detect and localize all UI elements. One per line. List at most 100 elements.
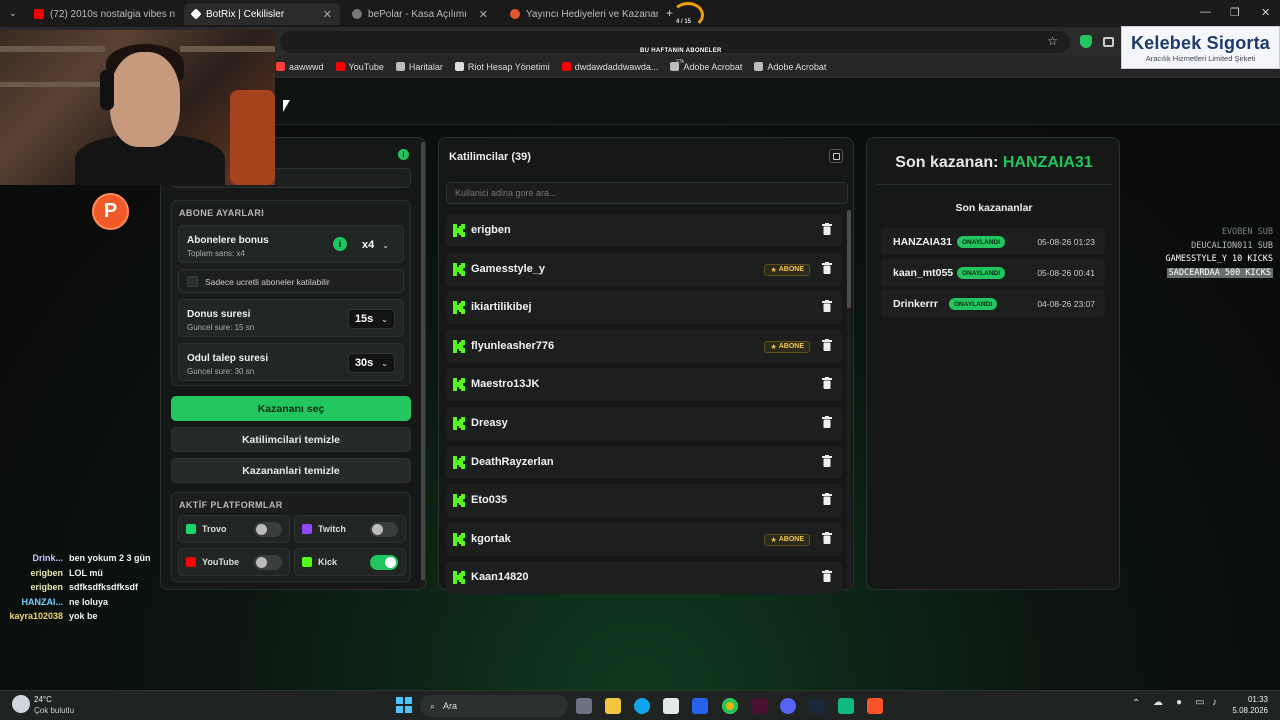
left-scrollbar[interactable]: [421, 142, 425, 582]
status-badge: ONAYLANDI: [957, 267, 1006, 279]
app-icon[interactable]: [838, 698, 854, 714]
youtube-toggle[interactable]: [254, 555, 282, 570]
volume-icon[interactable]: ♪: [1212, 697, 1217, 708]
bookmark-item[interactable]: Adobe Acrobat: [754, 62, 826, 72]
weather-desc[interactable]: Çok bulutlu: [34, 706, 74, 715]
trash-icon[interactable]: [822, 416, 832, 428]
trash-icon[interactable]: [822, 454, 832, 467]
mail-icon[interactable]: [692, 698, 708, 714]
tab-botrix[interactable]: BotRix | Cekilisler ✕: [184, 3, 340, 25]
tab-bepolar[interactable]: bePolar - Kasa Açılımı ✕: [344, 3, 496, 25]
clock-date[interactable]: 5.08.2026: [1232, 706, 1268, 715]
bookmark-label: Haritalar: [408, 61, 443, 72]
participant-row[interactable]: kgortak ★ ABONE: [446, 522, 842, 556]
clear-participants-button[interactable]: Katilimcilari temizle: [171, 427, 411, 452]
chevron-up-icon[interactable]: ⌃: [1132, 698, 1140, 709]
sub-bonus-row: Abonelere bonus Toplam sans: x4 i x4 ⌄: [178, 225, 404, 263]
pick-winner-button[interactable]: Kazananı seç: [171, 396, 411, 421]
participant-row[interactable]: Eto035: [446, 484, 842, 518]
bookmark-item[interactable]: aawwwd: [276, 62, 324, 72]
kick-toggle[interactable]: [370, 555, 398, 570]
tab-youtube[interactable]: (72) 2010s nostalgia vibes n 🔊 ✕: [26, 3, 176, 25]
winner-row[interactable]: HANZAIA31 ONAYLANDI 05-08-26 01:23: [881, 228, 1105, 255]
brave-icon[interactable]: [867, 698, 883, 714]
participant-row[interactable]: erigben: [446, 214, 842, 247]
sub-alert-line: DEUCALION011 SUB: [1191, 240, 1273, 251]
chat-message: erigben sdfksdfksdfksdf: [4, 582, 138, 592]
trash-icon[interactable]: [822, 377, 832, 390]
task-view-icon[interactable]: [576, 698, 592, 714]
chat-message: erigben LOL mü: [4, 567, 103, 578]
claim-time-select[interactable]: 30s ⌄: [347, 353, 395, 373]
weather-temp[interactable]: 24°C: [34, 695, 52, 704]
minimize-icon[interactable]: —: [1200, 6, 1211, 18]
abone-settings-section: ABONE AYARLARI Abonelere bonus Toplam sa…: [171, 200, 411, 386]
bookmark-icon: [395, 62, 405, 71]
participant-search-input[interactable]: [446, 182, 848, 204]
participant-row[interactable]: flyunleasher776 ★ ABONE: [446, 329, 842, 363]
paid-only-row[interactable]: Sadece ucretli aboneler katilabilir: [178, 269, 404, 293]
platform-label: Twitch: [318, 524, 346, 534]
clear-winners-button[interactable]: Kazananlari temizle: [171, 458, 411, 483]
platforms-section: AKTİF PLATFORMLAR Trovo Twitch YouTube K…: [171, 492, 411, 582]
bonus-multiplier-select[interactable]: x4 ⌄: [356, 235, 395, 255]
network-icon[interactable]: ▭: [1195, 697, 1204, 708]
bookmark-icon: [754, 62, 764, 71]
maximize-icon[interactable]: ❐: [1230, 6, 1240, 19]
platform-label: Kick: [318, 557, 338, 567]
winner-row[interactable]: Drinkerrr ONAYLANDI 04-08-26 23:07: [881, 290, 1105, 317]
close-tab-icon[interactable]: ✕: [479, 8, 488, 21]
tab-list-chevron-icon[interactable]: ⌄: [9, 8, 17, 19]
twitch-toggle[interactable]: [370, 522, 398, 537]
tray-icon[interactable]: ☁: [1153, 697, 1163, 708]
windows-start-icon[interactable]: [396, 697, 412, 713]
bookmark-item[interactable]: dwdawdaddwawda...: [561, 62, 658, 72]
participant-scrollbar[interactable]: [847, 210, 851, 586]
participant-name: ikiartilikibej: [471, 301, 532, 314]
participant-row[interactable]: Maestro13JK: [446, 368, 842, 402]
close-window-icon[interactable]: ✕: [1261, 6, 1270, 19]
trash-icon[interactable]: [822, 338, 832, 351]
shield-extension-icon[interactable]: [1080, 35, 1092, 48]
extension-icon[interactable]: [1103, 37, 1114, 47]
tab-yayinci[interactable]: Yayıncı Hediyeleri ve Kazananlar ✕: [502, 3, 658, 25]
trovo-toggle[interactable]: [254, 522, 282, 537]
app-icon[interactable]: [751, 698, 767, 714]
store-icon[interactable]: [663, 698, 679, 714]
chat-text: LOL mü: [69, 567, 103, 578]
trash-icon[interactable]: [822, 531, 832, 544]
info-icon[interactable]: i: [333, 237, 347, 251]
paid-only-checkbox[interactable]: [187, 276, 198, 287]
trash-icon[interactable]: [822, 223, 832, 235]
trash-icon[interactable]: [822, 261, 832, 274]
bookmark-item[interactable]: Riot Hesap Yönetimi: [454, 62, 550, 72]
copy-icon[interactable]: [829, 149, 843, 163]
avatar[interactable]: P: [92, 193, 129, 230]
participant-row[interactable]: Gamesstyle_y ★ ABONE: [446, 252, 842, 286]
microphone-icon[interactable]: ●: [1176, 697, 1182, 708]
participant-row[interactable]: Kaan14820: [446, 561, 842, 595]
participant-row[interactable]: DeathRayzerlan: [446, 445, 842, 479]
participant-row[interactable]: ikiartilikibej: [446, 291, 842, 325]
clock-time[interactable]: 01:33: [1248, 695, 1268, 704]
duration-select[interactable]: 15s ⌄: [347, 309, 395, 329]
edge-icon[interactable]: [634, 698, 650, 714]
taskbar-search[interactable]: ⌕ Ara: [420, 695, 568, 717]
bookmark-item[interactable]: YouTube: [335, 62, 384, 72]
file-explorer-icon[interactable]: [605, 698, 621, 714]
chrome-icon[interactable]: [722, 698, 738, 714]
trash-icon[interactable]: [822, 570, 832, 583]
weather-icon[interactable]: [12, 695, 30, 713]
trash-icon[interactable]: [822, 493, 832, 506]
participant-row[interactable]: Dreasy: [446, 407, 842, 440]
info-icon[interactable]: i: [398, 149, 409, 160]
bookmark-item[interactable]: Haritalar: [395, 61, 443, 72]
trash-icon[interactable]: [822, 300, 832, 313]
tab-title: (72) 2010s nostalgia vibes n: [50, 8, 176, 20]
close-tab-icon[interactable]: ✕: [323, 8, 332, 21]
steam-icon[interactable]: [809, 698, 825, 714]
bookmark-star-icon[interactable]: ☆: [1047, 34, 1058, 48]
discord-icon[interactable]: [780, 698, 796, 714]
winner-row[interactable]: kaan_mt055 ONAYLANDI 05-08-26 00:41: [881, 259, 1105, 286]
chat-message: Drink... ben yokum 2 3 gün: [4, 553, 150, 563]
